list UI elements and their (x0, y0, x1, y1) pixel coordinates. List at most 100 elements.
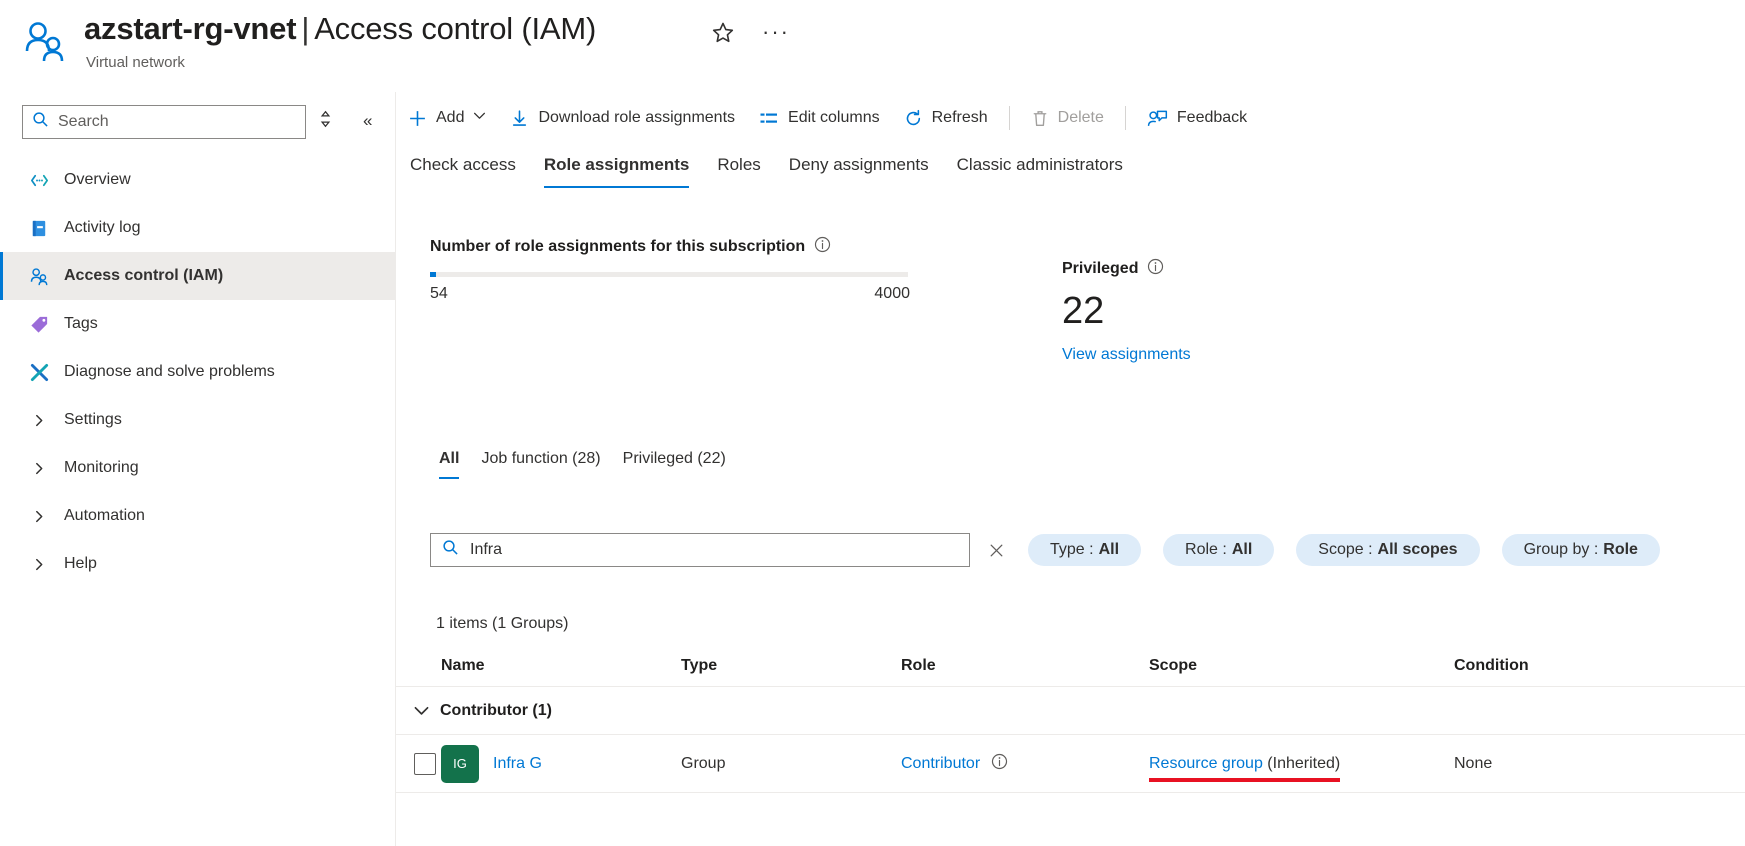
row-select-cell (396, 752, 441, 775)
row-name-link[interactable]: Infra G (493, 755, 542, 773)
delete-button[interactable]: Delete (1019, 92, 1116, 144)
role-assignments-summary: Number of role assignments for this subs… (430, 236, 910, 303)
tags-icon (28, 313, 50, 335)
resource-type-subtitle: Virtual network (86, 54, 185, 71)
row-scope-cell: Resource group (Inherited) (1149, 755, 1454, 782)
info-icon[interactable] (991, 753, 1008, 775)
column-header-name: Name (441, 656, 485, 674)
view-assignments-link[interactable]: View assignments (1062, 346, 1191, 364)
filter-pill-value: All scopes (1377, 541, 1458, 558)
sidebar-nav: Overview Activity log Access control (IA… (0, 156, 396, 588)
feedback-button[interactable]: Feedback (1135, 92, 1259, 144)
row-role-link[interactable]: Contributor (901, 755, 980, 773)
search-input[interactable] (56, 112, 271, 132)
page-title: azstart-rg-vnet | Access control (IAM) (84, 11, 596, 47)
assignments-summary-label: Number of role assignments for this subs… (430, 238, 806, 255)
search-icon (23, 111, 49, 133)
table-row[interactable]: IG Infra G Group Contributor Resource gr… (396, 735, 1745, 793)
sidebar-item-automation[interactable]: Automation (0, 492, 396, 540)
table-group-row[interactable]: Contributor (1) (396, 687, 1745, 735)
sidebar-search[interactable] (22, 105, 306, 139)
edit-columns-label: Edit columns (788, 109, 880, 126)
privileged-label: Privileged (1062, 260, 1139, 277)
filter-pill-value: All (1098, 541, 1120, 558)
tab-check-access[interactable]: Check access (396, 155, 530, 188)
privileged-title: Privileged (1062, 258, 1191, 280)
refresh-button[interactable]: Refresh (892, 92, 1000, 144)
sidebar-item-settings[interactable]: Settings (0, 396, 396, 444)
command-bar: Add Download role assignments Edit colum… (396, 92, 1745, 144)
resource-name: azstart-rg-vnet (84, 11, 297, 46)
add-label: Add (436, 109, 465, 126)
plus-icon (408, 109, 427, 128)
tab-deny-assignments[interactable]: Deny assignments (775, 155, 943, 188)
assignments-search[interactable] (430, 533, 970, 567)
download-role-assignments-button[interactable]: Download role assignments (498, 92, 747, 144)
row-scope-link[interactable]: Resource group (1149, 755, 1263, 772)
iam-tabs: Check access Role assignments Roles Deny… (396, 155, 1137, 188)
filter-pill-role[interactable]: Role : All (1163, 534, 1275, 566)
sidebar-item-access-control[interactable]: Access control (IAM) (0, 252, 396, 300)
role-pivots: All Job function (28) Privileged (22) (430, 450, 737, 479)
sidebar-item-monitoring[interactable]: Monitoring (0, 444, 396, 492)
tab-classic-administrators[interactable]: Classic administrators (943, 155, 1137, 188)
pivot-privileged[interactable]: Privileged (22) (612, 450, 737, 479)
sidebar-item-label: Diagnose and solve problems (64, 363, 275, 380)
sidebar-item-label: Access control (IAM) (64, 267, 224, 284)
delete-label: Delete (1057, 109, 1104, 126)
pivot-all[interactable]: All (430, 450, 470, 479)
sidebar-item-diagnose[interactable]: Diagnose and solve problems (0, 348, 396, 396)
assignments-summary-title: Number of role assignments for this subs… (430, 236, 910, 258)
chevron-right-icon (28, 457, 50, 479)
chevron-down-icon[interactable] (408, 702, 434, 719)
items-count: 1 items (1 Groups) (436, 615, 569, 632)
column-header-type: Type (681, 656, 718, 674)
assignments-search-input[interactable] (468, 540, 938, 560)
filter-pill-label: Type : (1050, 541, 1094, 558)
column-header-condition: Condition (1454, 656, 1529, 674)
sidebar-item-tags[interactable]: Tags (0, 300, 396, 348)
red-underline-annotation (1149, 777, 1341, 782)
filter-pill-group-by[interactable]: Group by : Role (1501, 534, 1660, 566)
filter-pill-label: Role : (1185, 541, 1227, 558)
azure-portal-page: azstart-rg-vnet | Access control (IAM) Vir… (0, 0, 1745, 846)
scope-annotated-group: Resource group (Inherited) (1149, 755, 1341, 782)
sidebar-item-help[interactable]: Help (0, 540, 396, 588)
info-icon[interactable] (814, 236, 831, 258)
add-button[interactable]: Add (396, 92, 498, 144)
privileged-summary: Privileged 22 View assignments (1062, 258, 1191, 364)
pivot-job-function[interactable]: Job function (28) (470, 450, 611, 479)
row-type-cell: Group (681, 754, 726, 772)
access-control-icon (28, 265, 50, 287)
page-header: azstart-rg-vnet | Access control (IAM) Vir… (0, 0, 1745, 92)
sidebar-item-activity-log[interactable]: Activity log (0, 204, 396, 252)
title-separator: | (301, 11, 310, 46)
star-icon[interactable] (710, 20, 736, 46)
diagnose-icon (28, 361, 50, 383)
row-name-cell: IG Infra G (441, 744, 681, 783)
ellipsis-icon[interactable]: ··· (762, 21, 790, 43)
row-role-cell: Contributor (901, 753, 1149, 775)
row-checkbox[interactable] (414, 752, 436, 775)
tab-role-assignments[interactable]: Role assignments (530, 155, 704, 188)
column-header-role: Role (901, 656, 936, 674)
access-control-users-icon (22, 18, 72, 68)
sidebar-item-label: Overview (64, 171, 131, 188)
info-icon[interactable] (1147, 258, 1164, 280)
filter-pill-type[interactable]: Type : All (1028, 534, 1142, 566)
row-condition-cell: None (1454, 754, 1493, 772)
chevron-double-left-icon[interactable]: « (363, 111, 372, 131)
feedback-label: Feedback (1176, 109, 1248, 126)
edit-columns-button[interactable]: Edit columns (747, 92, 892, 144)
page-section-name: Access control (IAM) (314, 11, 597, 46)
sidebar-item-overview[interactable]: Overview (0, 156, 396, 204)
sort-icon[interactable] (318, 110, 333, 133)
filter-pill-scope[interactable]: Scope : All scopes (1296, 534, 1480, 566)
filter-pill-value: Role (1603, 541, 1638, 558)
close-icon[interactable] (986, 540, 1006, 560)
assignments-limit-value: 4000 (874, 285, 910, 302)
column-header-scope: Scope (1149, 656, 1198, 674)
refresh-icon (904, 109, 923, 128)
sidebar-item-label: Tags (64, 315, 98, 332)
tab-roles[interactable]: Roles (703, 155, 774, 188)
